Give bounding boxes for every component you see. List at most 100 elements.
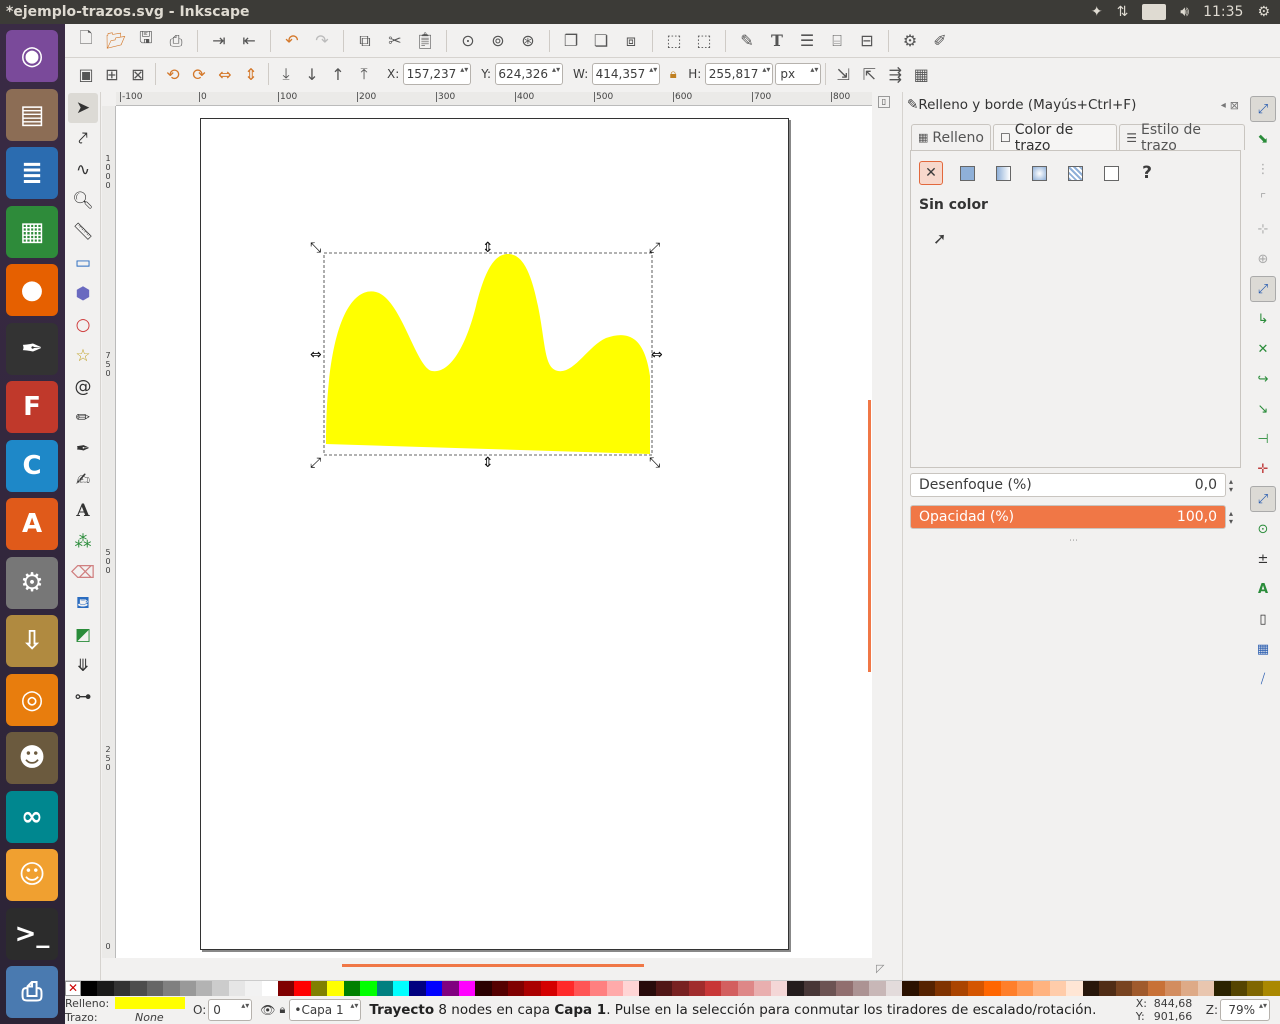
palette-swatch[interactable]	[836, 981, 853, 996]
zoom-drawing-icon[interactable]: ⊚	[485, 28, 511, 54]
pen-tool-icon[interactable]: ✒	[68, 434, 98, 464]
palette-swatch[interactable]	[803, 981, 820, 996]
redo-icon[interactable]: ↷	[309, 28, 335, 54]
raise-to-top-icon[interactable]: ⤒	[351, 61, 377, 87]
radial-gradient-button[interactable]	[1027, 161, 1051, 185]
palette-swatch[interactable]	[195, 981, 213, 996]
group-icon[interactable]: ⬚	[661, 28, 687, 54]
3d-box-tool-icon[interactable]: ⬢	[68, 279, 98, 309]
fill-swatch[interactable]	[115, 996, 185, 1009]
vertical-scrollbar[interactable]	[868, 400, 871, 672]
snap-intersections-icon[interactable]: ✕	[1250, 336, 1276, 362]
blur-spin-arrows[interactable]: ▴ ▾	[1229, 478, 1233, 494]
palette-swatch[interactable]	[163, 981, 180, 996]
palette-swatch[interactable]	[1115, 981, 1132, 996]
palette-swatch[interactable]	[524, 981, 541, 996]
snap-bbox-edges-icon[interactable]: ⋮	[1250, 156, 1276, 182]
rectangle-tool-icon[interactable]: ▭	[68, 248, 98, 278]
document-properties-icon[interactable]: ✐	[927, 28, 953, 54]
x-input[interactable]: 157,237	[403, 63, 472, 85]
palette-swatch[interactable]	[540, 981, 558, 996]
palette-swatch[interactable]	[491, 981, 508, 996]
spray-tool-icon[interactable]: ⁂	[68, 527, 98, 557]
text-tool-icon[interactable]: A	[68, 496, 98, 526]
launcher-cmaptools-icon[interactable]: C	[6, 439, 58, 492]
palette-swatch[interactable]	[146, 981, 164, 996]
tab-stroke-style[interactable]: ☰ Estilo de trazo	[1119, 122, 1245, 154]
fill-stroke-icon[interactable]: ✎	[734, 28, 760, 54]
launcher-inkscape-icon[interactable]: ✒	[6, 322, 58, 375]
copy-icon[interactable]: ⧉	[352, 28, 378, 54]
palette-swatch[interactable]	[475, 981, 492, 996]
layers-icon[interactable]: ☰	[794, 28, 820, 54]
zoom-input[interactable]: 79%	[1220, 999, 1270, 1021]
save-icon[interactable]: 🖫	[133, 28, 159, 54]
snap-others-icon[interactable]: ⤢	[1250, 486, 1276, 512]
palette-swatch[interactable]	[672, 981, 689, 996]
star-tool-icon[interactable]: ☆	[68, 341, 98, 371]
measure-tool-icon[interactable]: 📏︎	[68, 217, 98, 247]
palette-swatch[interactable]	[97, 981, 114, 996]
open-icon[interactable]: 📂︎	[103, 28, 129, 54]
snap-smooth-nodes-icon[interactable]: ↘	[1250, 396, 1276, 422]
flip-vertical-icon[interactable]: ⇕	[238, 61, 264, 87]
snap-centers-icon[interactable]: ✛	[1250, 456, 1276, 482]
unit-select[interactable]: px	[775, 63, 822, 85]
palette-swatch[interactable]	[228, 981, 246, 996]
opacity-spin-arrows[interactable]: ▴ ▾	[1229, 510, 1233, 526]
cut-icon[interactable]: ✂	[382, 28, 408, 54]
palette-swatch[interactable]	[770, 981, 788, 996]
power-gear-icon[interactable]: ⚙	[1257, 4, 1270, 20]
scale-stroke-icon[interactable]: ⇲	[830, 61, 856, 87]
snap-bbox-centers-icon[interactable]: ⊕	[1250, 246, 1276, 272]
palette-swatch[interactable]	[278, 981, 295, 996]
palette-swatch[interactable]	[852, 981, 870, 996]
snap-cusp-nodes-icon[interactable]: ↪	[1250, 366, 1276, 392]
zoom-tool-icon[interactable]: 🔍︎	[68, 186, 98, 216]
palette-swatch[interactable]	[1066, 981, 1083, 996]
linear-gradient-button[interactable]	[991, 161, 1015, 185]
w-input[interactable]: 414,357	[592, 63, 661, 85]
launcher-scanner-icon[interactable]: ⎙	[6, 966, 58, 1018]
snap-bbox-corners-icon[interactable]: ⌜	[1250, 186, 1276, 212]
palette-swatch[interactable]	[130, 981, 147, 996]
palette-swatch[interactable]	[343, 981, 361, 996]
dropbox-icon[interactable]: ✦	[1091, 4, 1103, 20]
import-icon[interactable]: ⇥	[206, 28, 232, 54]
snap-nodes-icon[interactable]: ⤢	[1250, 276, 1276, 302]
opacity-slider[interactable]: Opacidad (%) 100,0	[910, 505, 1226, 529]
horizontal-scrollbar[interactable]	[342, 964, 644, 967]
palette-swatch[interactable]	[967, 981, 985, 996]
launcher-ubuntu-dash-icon[interactable]: ◉	[6, 30, 58, 82]
palette-swatch[interactable]	[113, 981, 131, 996]
lock-icon[interactable]: 🔒︎	[660, 61, 686, 87]
clock[interactable]: 11:35	[1203, 4, 1243, 20]
eraser-tool-icon[interactable]: ⌫	[68, 558, 98, 588]
palette-swatch[interactable]	[1214, 981, 1231, 996]
snap-text-baseline-icon[interactable]: ±	[1250, 546, 1276, 572]
blur-slider[interactable]: Desenfoque (%) 0,0	[910, 473, 1226, 497]
palette-swatch[interactable]	[885, 981, 903, 996]
snap-grid-icon[interactable]: ▦	[1250, 636, 1276, 662]
pencil-tool-icon[interactable]: ✏	[68, 403, 98, 433]
palette-swatch[interactable]	[819, 981, 837, 996]
palette-swatch[interactable]	[1000, 981, 1018, 996]
zoom-selection-icon[interactable]: ⊙	[455, 28, 481, 54]
palette-swatch[interactable]	[754, 981, 771, 996]
palette-swatch[interactable]	[573, 981, 591, 996]
palette-swatch[interactable]	[934, 981, 952, 996]
palette-swatch[interactable]	[393, 981, 410, 996]
deselect-icon[interactable]: ⊠	[125, 61, 151, 87]
snap-midpoints-icon[interactable]: ⊣	[1250, 426, 1276, 452]
palette-swatch[interactable]	[360, 981, 377, 996]
snap-text-icon[interactable]: A	[1250, 576, 1276, 602]
move-patterns-icon[interactable]: ▦	[908, 61, 934, 87]
palette-swatch[interactable]	[1132, 981, 1149, 996]
ellipse-tool-icon[interactable]: ○	[68, 310, 98, 340]
move-gradients-icon[interactable]: ⇶	[882, 61, 908, 87]
launcher-scratch-icon[interactable]: ☺	[6, 849, 58, 901]
palette-swatch[interactable]	[261, 981, 279, 996]
xml-editor-icon[interactable]: ⌸	[824, 28, 850, 54]
palette-swatch[interactable]	[1099, 981, 1116, 996]
layer-select[interactable]: •Capa 1	[289, 999, 362, 1021]
